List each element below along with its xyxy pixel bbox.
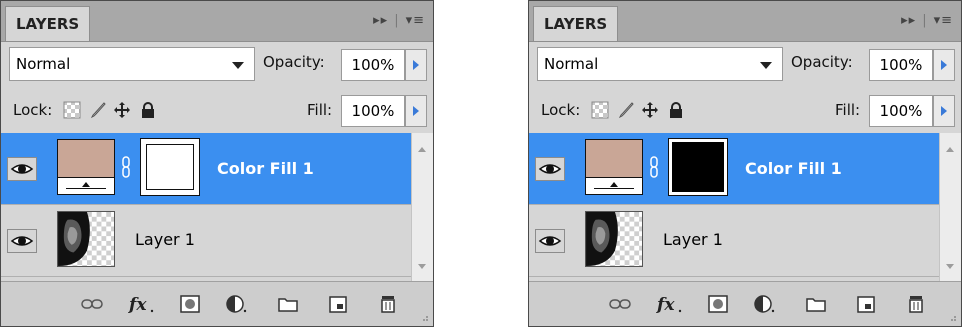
svg-text:fx: fx <box>128 295 147 314</box>
expand-icon[interactable]: ▸▸ <box>373 13 388 28</box>
fill-slider-button[interactable] <box>405 95 427 127</box>
panel-menu-icon[interactable]: ▾≡ <box>934 13 953 28</box>
lock-image-brush-icon[interactable] <box>617 101 635 119</box>
add-mask-icon[interactable] <box>707 294 729 314</box>
fill-label: Fill: <box>835 101 861 119</box>
layer-row-color-fill[interactable]: Color Fill 1 <box>529 133 939 205</box>
opacity-slider-button[interactable] <box>405 49 427 81</box>
scroll-down-icon[interactable] <box>946 264 954 269</box>
layer-row-layer-1[interactable]: Layer 1 <box>1 205 411 277</box>
lock-position-move-icon[interactable] <box>113 101 131 119</box>
layer-row-layer-1[interactable]: Layer 1 <box>529 205 939 277</box>
panel-tab-bar: LAYERS ▸▸ | ▾≡ <box>529 1 961 42</box>
blend-opacity-row: Normal Opacity: 100% <box>1 41 433 89</box>
panel-tab-bar: LAYERS ▸▸ | ▾≡ <box>1 1 433 42</box>
panel-controls: ▸▸ | ▾≡ <box>901 13 953 28</box>
link-layers-icon[interactable] <box>81 294 103 314</box>
layer-name[interactable]: Layer 1 <box>135 230 195 249</box>
link-layers-icon[interactable] <box>609 294 631 314</box>
layer-row-color-fill[interactable]: Color Fill 1 <box>1 133 411 205</box>
eye-icon <box>10 236 34 246</box>
adjustment-layer-icon[interactable] <box>753 294 775 314</box>
layers-scrollbar[interactable] <box>411 133 433 283</box>
layers-list: Color Fill 1 Layer 1 <box>529 133 961 283</box>
fx-icon[interactable]: fx <box>127 294 155 314</box>
layer-name[interactable]: Color Fill 1 <box>745 159 842 178</box>
adjustment-layer-icon[interactable] <box>225 294 247 314</box>
eye-icon <box>10 164 34 174</box>
scroll-up-icon[interactable] <box>418 147 426 152</box>
trash-icon[interactable] <box>377 294 399 314</box>
lock-transparent-icon[interactable] <box>63 101 81 119</box>
new-layer-icon[interactable] <box>327 294 349 314</box>
opacity-input[interactable]: 100% <box>869 49 933 81</box>
panel-menu-icon[interactable]: ▾≡ <box>406 13 425 28</box>
tab-layers[interactable]: LAYERS <box>533 6 619 41</box>
lock-all-padlock-icon[interactable] <box>667 101 685 119</box>
add-mask-icon[interactable] <box>179 294 201 314</box>
eye-icon <box>538 236 562 246</box>
layer-photo-thumbnail[interactable] <box>585 211 643 267</box>
lock-position-move-icon[interactable] <box>641 101 659 119</box>
blend-mode-select[interactable]: Normal <box>9 47 255 81</box>
opacity-input[interactable]: 100% <box>341 49 405 81</box>
resize-grip-icon[interactable] <box>947 312 957 322</box>
layers-bottom-toolbar: fx <box>529 281 961 326</box>
layers-list: Color Fill 1 Layer 1 <box>1 133 433 283</box>
resize-grip-icon[interactable] <box>419 312 429 322</box>
fx-icon[interactable]: fx <box>655 294 683 314</box>
blend-opacity-row: Normal Opacity: 100% <box>529 41 961 89</box>
dropdown-caret-icon <box>760 62 772 69</box>
layers-panel: LAYERS ▸▸ | ▾≡ Normal Opacity: 100% Lock: … <box>0 0 434 327</box>
fill-input[interactable]: 100% <box>341 95 405 127</box>
scroll-down-icon[interactable] <box>418 264 426 269</box>
new-group-folder-icon[interactable] <box>805 294 827 314</box>
dropdown-caret-icon <box>232 62 244 69</box>
lock-fill-row: Lock: Fill: 100% <box>1 89 433 134</box>
blend-mode-select[interactable]: Normal <box>537 47 783 81</box>
panel-controls: ▸▸ | ▾≡ <box>373 13 425 28</box>
visibility-toggle[interactable] <box>7 157 37 181</box>
svg-text:fx: fx <box>656 295 675 314</box>
lock-label: Lock: <box>13 101 53 119</box>
lock-all-padlock-icon[interactable] <box>139 101 157 119</box>
blend-mode-value: Normal <box>16 55 71 73</box>
visibility-toggle[interactable] <box>535 229 565 253</box>
fill-slider-button[interactable] <box>933 95 955 127</box>
lock-transparent-icon[interactable] <box>591 101 609 119</box>
visibility-toggle[interactable] <box>535 157 565 181</box>
new-group-folder-icon[interactable] <box>277 294 299 314</box>
tab-layers[interactable]: LAYERS <box>5 6 91 41</box>
fill-color-thumbnail[interactable] <box>585 139 643 195</box>
lock-image-brush-icon[interactable] <box>89 101 107 119</box>
layer-mask-thumbnail[interactable] <box>140 138 200 196</box>
fill-label: Fill: <box>307 101 333 119</box>
link-chain-icon[interactable] <box>121 155 131 179</box>
layer-photo-thumbnail[interactable] <box>57 211 115 267</box>
opacity-label: Opacity: <box>263 53 325 71</box>
eye-icon <box>538 164 562 174</box>
lock-label: Lock: <box>541 101 581 119</box>
lock-fill-row: Lock: Fill: 100% <box>529 89 961 134</box>
blend-mode-value: Normal <box>544 55 599 73</box>
fill-color-thumbnail[interactable] <box>57 139 115 195</box>
layer-mask-thumbnail[interactable] <box>668 138 728 196</box>
layers-panel: LAYERS ▸▸ | ▾≡ Normal Opacity: 100% Lock: … <box>528 0 962 327</box>
layer-name[interactable]: Color Fill 1 <box>217 159 314 178</box>
layer-name[interactable]: Layer 1 <box>663 230 723 249</box>
layers-scrollbar[interactable] <box>939 133 961 283</box>
opacity-slider-button[interactable] <box>933 49 955 81</box>
layers-bottom-toolbar: fx <box>1 281 433 326</box>
fill-input[interactable]: 100% <box>869 95 933 127</box>
visibility-toggle[interactable] <box>7 229 37 253</box>
expand-icon[interactable]: ▸▸ <box>901 13 916 28</box>
scroll-up-icon[interactable] <box>946 147 954 152</box>
new-layer-icon[interactable] <box>855 294 877 314</box>
link-chain-icon[interactable] <box>649 155 659 179</box>
trash-icon[interactable] <box>905 294 927 314</box>
opacity-label: Opacity: <box>791 53 853 71</box>
